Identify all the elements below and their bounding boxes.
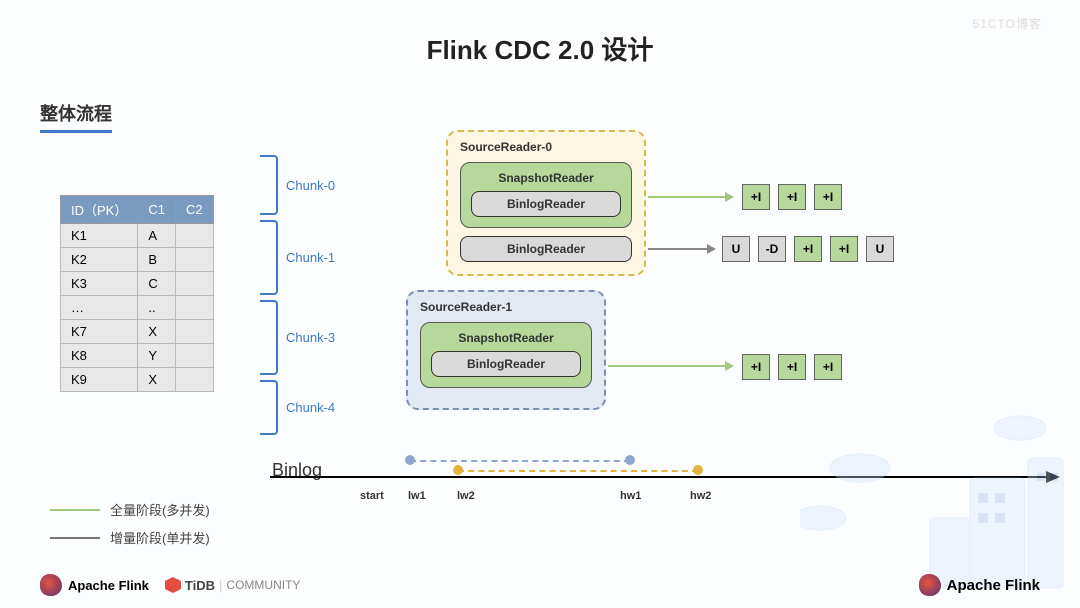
- tidb-label: TiDB: [185, 578, 215, 593]
- dot-icon: [625, 455, 635, 465]
- legend-label: 增量阶段(单并发): [110, 528, 210, 547]
- cell: K7: [61, 320, 138, 344]
- snapshot-label: SnapshotReader: [471, 171, 621, 185]
- footer-right: Apache Flink: [919, 574, 1040, 596]
- cell: [175, 344, 213, 368]
- binlog-reader-inner: BinlogReader: [471, 191, 621, 217]
- arrow-icon: [608, 365, 726, 367]
- chunk-label: Chunk-3: [286, 330, 335, 345]
- source-reader-0: SourceReader-0 SnapshotReader BinlogRead…: [446, 130, 646, 276]
- cell: K1: [61, 224, 138, 248]
- snapshot-reader: SnapshotReader BinlogReader: [420, 322, 592, 388]
- event: U: [722, 236, 750, 262]
- dot-icon: [453, 465, 463, 475]
- cell: B: [138, 248, 176, 272]
- page-title: Flink CDC 2.0 设计: [0, 0, 1080, 67]
- snapshot-label: SnapshotReader: [431, 331, 581, 345]
- footer-left: Apache Flink TiDB | COMMUNITY: [40, 574, 300, 596]
- dashline: [410, 460, 630, 462]
- cell: X: [138, 368, 176, 392]
- community-label: COMMUNITY: [226, 578, 300, 592]
- cell: [175, 224, 213, 248]
- axis-tick: lw1: [408, 490, 426, 502]
- cell: [175, 272, 213, 296]
- dot-icon: [405, 455, 415, 465]
- col-header: C2: [175, 196, 213, 224]
- event: +I: [830, 236, 858, 262]
- legend-label: 全量阶段(多并发): [110, 500, 210, 519]
- bracket-icon: [260, 220, 278, 295]
- event: +I: [814, 184, 842, 210]
- col-header: ID（PK）: [61, 196, 138, 224]
- legend-incr: 增量阶段(单并发): [50, 528, 210, 547]
- section-label: 整体流程: [40, 100, 112, 133]
- event: +I: [742, 354, 770, 380]
- chunk-label: Chunk-1: [286, 250, 335, 265]
- flink-logo-icon: [40, 574, 62, 596]
- cell: A: [138, 224, 176, 248]
- axis-tick: start: [360, 490, 384, 502]
- cell: [175, 320, 213, 344]
- event: +I: [778, 184, 806, 210]
- bracket-icon: [260, 155, 278, 215]
- binlog-reader-outer: BinlogReader: [460, 236, 632, 262]
- col-header: C1: [138, 196, 176, 224]
- cell: [175, 368, 213, 392]
- cell: K2: [61, 248, 138, 272]
- axis-tick: hw1: [620, 490, 641, 502]
- cell: X: [138, 320, 176, 344]
- cell: [175, 248, 213, 272]
- arrow-icon: [648, 196, 726, 198]
- watermark: 51CTO博客: [973, 15, 1042, 32]
- event: -D: [758, 236, 786, 262]
- chunk-label: Chunk-4: [286, 400, 335, 415]
- cell: K9: [61, 368, 138, 392]
- reader-title: SourceReader-0: [460, 140, 552, 154]
- data-table: ID（PK） C1 C2 K1A K2B K3C ….. K7X K8Y K9X: [60, 195, 214, 392]
- tidb-logo-icon: [165, 577, 181, 593]
- event: U: [866, 236, 894, 262]
- arrow-icon: [648, 248, 708, 250]
- binlog-reader-inner: BinlogReader: [431, 351, 581, 377]
- cell: K3: [61, 272, 138, 296]
- axis-tick: lw2: [457, 490, 475, 502]
- dot-icon: [693, 465, 703, 475]
- flink-label: Apache Flink: [947, 577, 1040, 594]
- event: +I: [814, 354, 842, 380]
- cell: C: [138, 272, 176, 296]
- flink-label: Apache Flink: [68, 578, 149, 593]
- event: +I: [794, 236, 822, 262]
- dashline: [458, 470, 698, 472]
- axis-tick: hw2: [690, 490, 711, 502]
- bracket-icon: [260, 380, 278, 435]
- flink-logo-icon: [919, 574, 941, 596]
- event: +I: [778, 354, 806, 380]
- reader-title: SourceReader-1: [420, 300, 512, 314]
- source-reader-1: SourceReader-1 SnapshotReader BinlogRead…: [406, 290, 606, 410]
- cell: …: [61, 296, 138, 320]
- cell: K8: [61, 344, 138, 368]
- event: +I: [742, 184, 770, 210]
- cell: ..: [138, 296, 176, 320]
- chunk-label: Chunk-0: [286, 178, 335, 193]
- event-row: U -D +I +I U: [722, 236, 894, 262]
- cell: [175, 296, 213, 320]
- cell: Y: [138, 344, 176, 368]
- snapshot-reader: SnapshotReader BinlogReader: [460, 162, 632, 228]
- event-row: +I +I +I: [742, 354, 842, 380]
- bracket-icon: [260, 300, 278, 375]
- event-row: +I +I +I: [742, 184, 842, 210]
- legend-full: 全量阶段(多并发): [50, 500, 210, 519]
